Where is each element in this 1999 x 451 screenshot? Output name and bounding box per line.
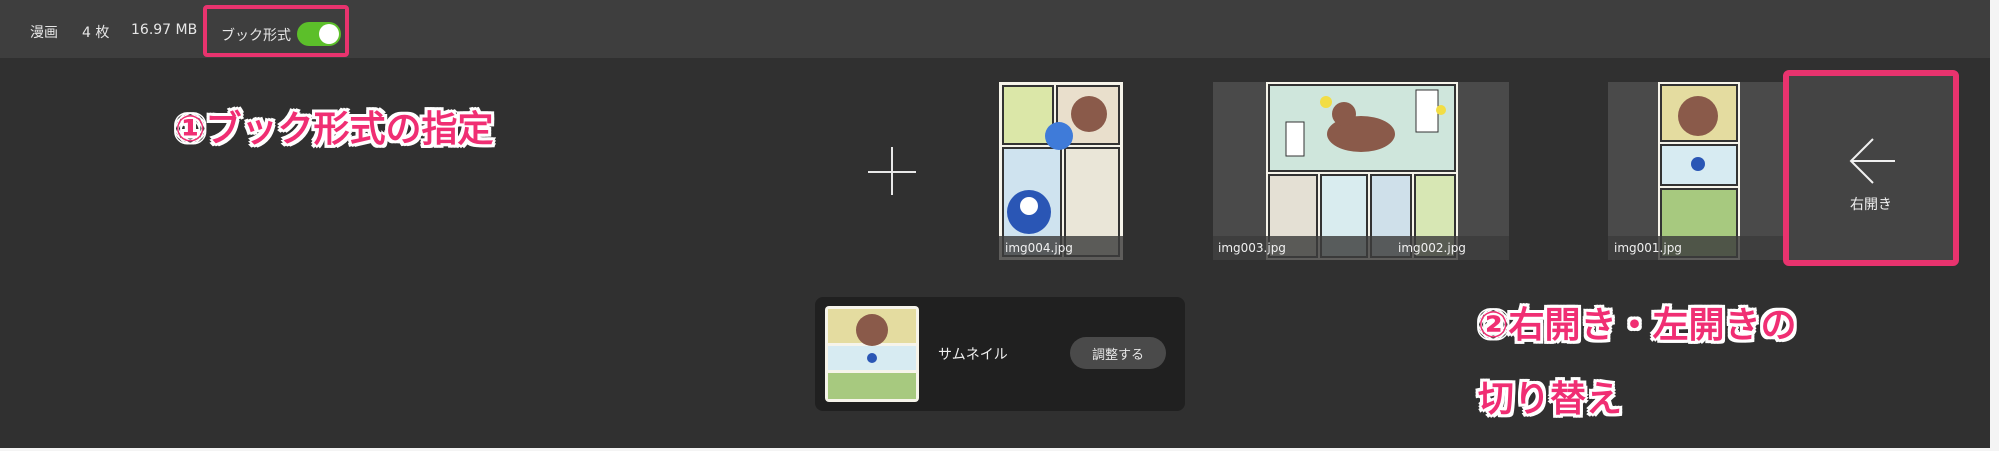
arrow-left-icon xyxy=(1849,138,1895,184)
book-format-label: ブック形式 xyxy=(221,28,291,44)
page-image xyxy=(1658,82,1740,260)
top-bar: 漫画 4 枚 16.97 MB ブック形式 xyxy=(0,0,1990,58)
thumbnail-art xyxy=(828,309,916,399)
book-format-toggle[interactable] xyxy=(297,22,341,46)
filename-bar: img004.jpg xyxy=(999,236,1123,260)
manga-page-art xyxy=(1660,84,1738,258)
page-count: 4 枚 xyxy=(82,25,110,41)
page-card-img001[interactable]: img001.jpg xyxy=(1608,82,1788,260)
filename: img003.jpg xyxy=(1218,241,1286,255)
page-image xyxy=(999,82,1123,260)
adjust-thumbnail-button[interactable]: 調整する xyxy=(1070,337,1166,369)
category-label: 漫画 xyxy=(30,25,58,41)
page-card-spread[interactable]: img003.jpg img002.jpg xyxy=(1213,82,1509,260)
filename-bar: img001.jpg xyxy=(1608,236,1788,260)
add-page-icon[interactable] xyxy=(860,140,924,204)
thumbnail-image xyxy=(825,306,919,402)
page-card-img004[interactable]: img004.jpg xyxy=(999,82,1123,260)
toggle-knob xyxy=(319,24,339,44)
filename: img002.jpg xyxy=(1398,241,1466,255)
file-size: 16.97 MB xyxy=(131,22,198,38)
filename: img004.jpg xyxy=(1005,241,1073,255)
filename: img001.jpg xyxy=(1614,241,1682,255)
page-image-spread xyxy=(1266,82,1458,260)
reading-direction-button[interactable]: 右開き xyxy=(1783,70,1959,266)
filename-bar: img003.jpg img002.jpg xyxy=(1213,236,1509,260)
app-window: 漫画 4 枚 16.97 MB ブック形式 ①ブック形式の指定 img004.j… xyxy=(0,0,1990,448)
annotation-book-format: ①ブック形式の指定 xyxy=(175,109,494,150)
manga-spread-art xyxy=(1268,84,1456,258)
annotation-direction-line2: 切り替え xyxy=(1478,379,1623,420)
thumbnail-panel: サムネイル 調整する xyxy=(815,297,1185,411)
reading-direction-label: 右開き xyxy=(1850,197,1892,213)
thumbnail-label: サムネイル xyxy=(938,347,1008,363)
book-format-highlight: ブック形式 xyxy=(203,5,349,57)
annotation-direction-line1: ②右開き・左開きの xyxy=(1478,305,1797,346)
manga-page-art xyxy=(1002,85,1120,257)
